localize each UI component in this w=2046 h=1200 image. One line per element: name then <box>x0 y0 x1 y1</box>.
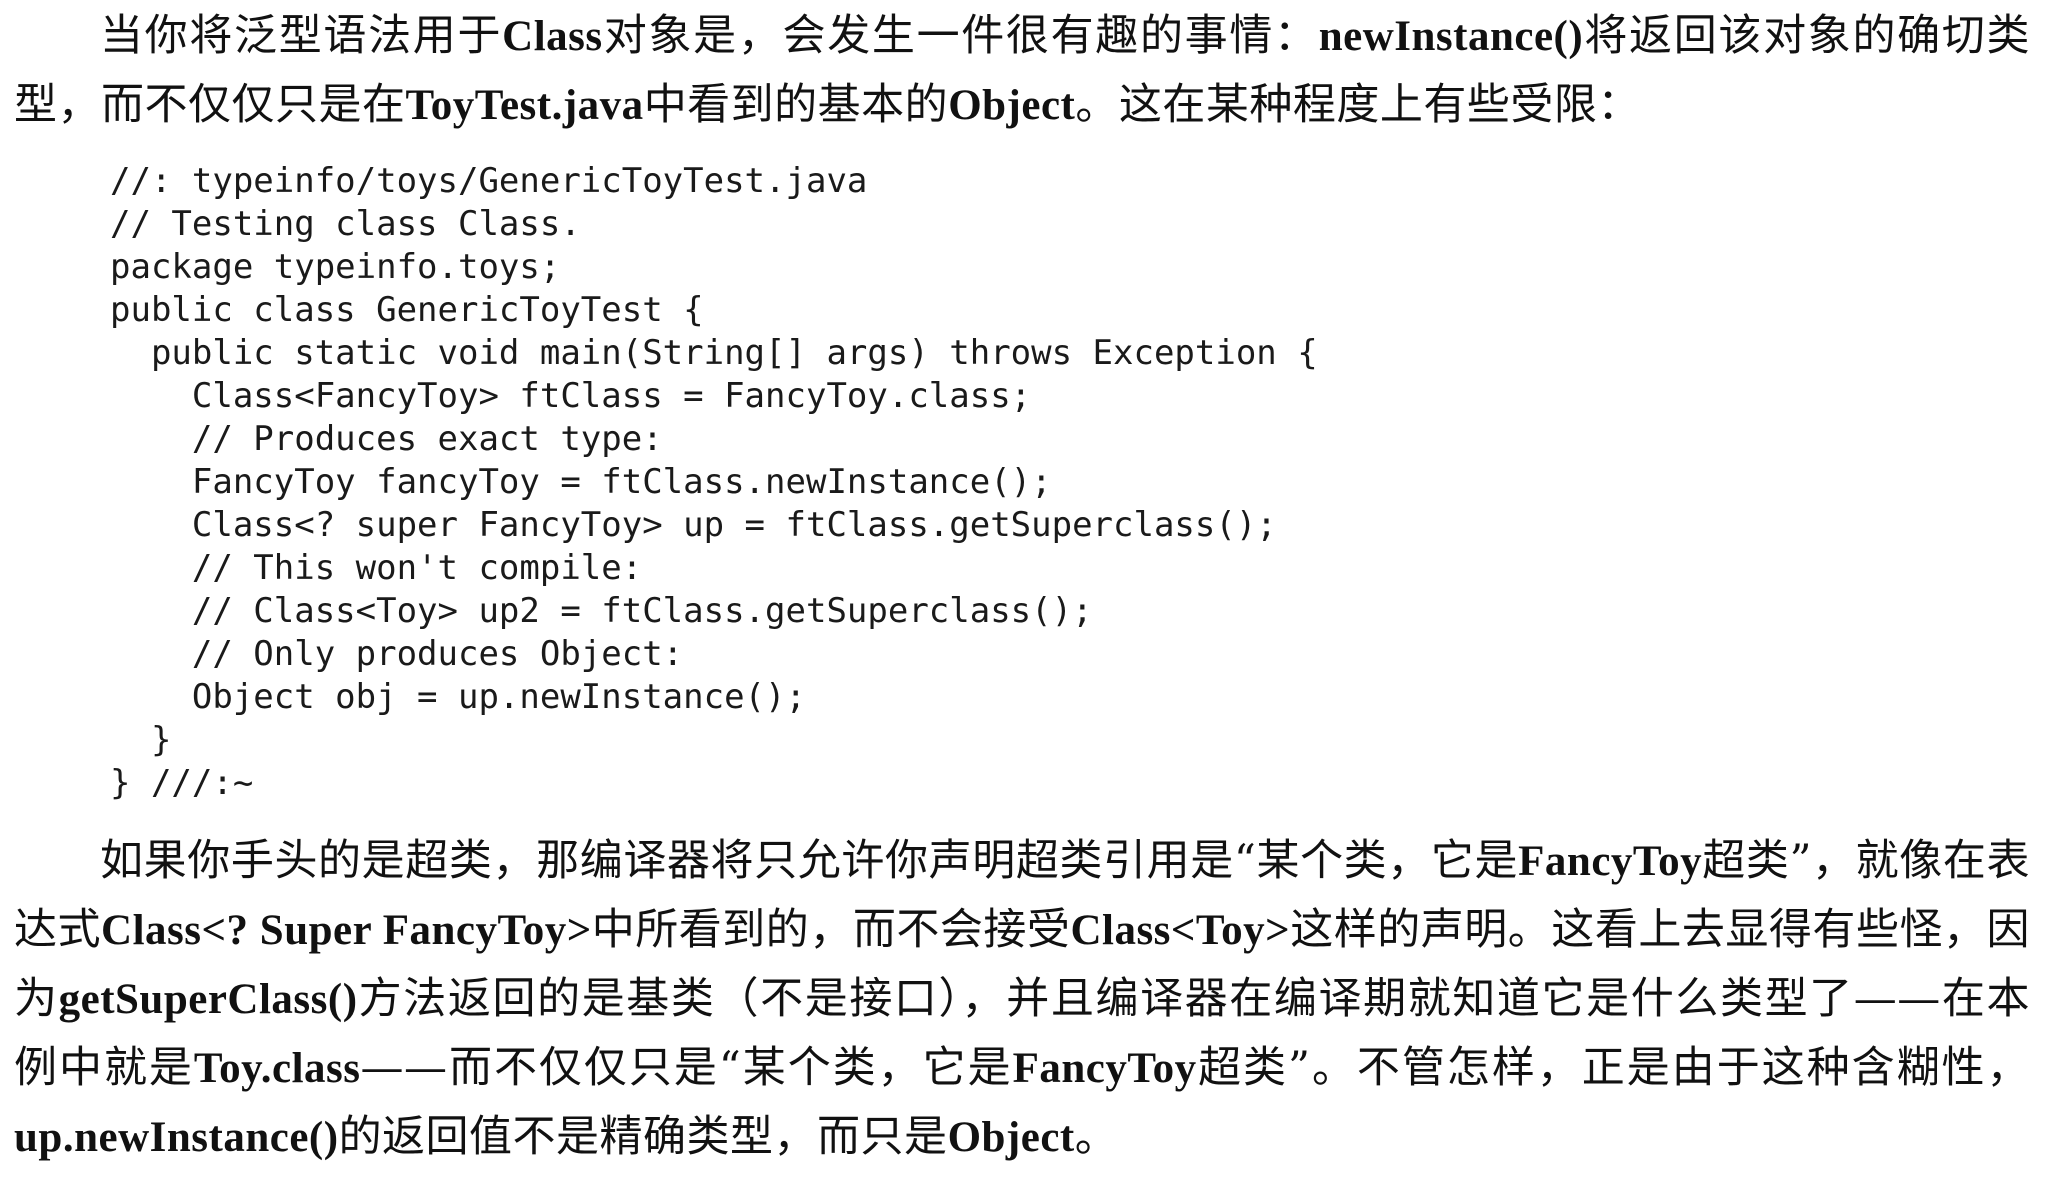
code-line: FancyToy fancyToy = ftClass.newInstance(… <box>110 462 1052 502</box>
keyword-fancytoy: FancyToy <box>1518 838 1703 885</box>
code-line: public static void main(String[] args) t… <box>110 333 1318 373</box>
keyword-class-super-fancytoy: Class<? Super FancyToy> <box>101 907 592 954</box>
code-line: public class GenericToyTest { <box>110 290 704 330</box>
intro-text: 当你将泛型语法用于 <box>100 11 503 61</box>
code-line: } <box>110 720 172 760</box>
document-page: 当你将泛型语法用于Class对象是，会发生一件很有趣的事情：newInstanc… <box>0 0 2046 1200</box>
explanation-text: 中所看到的，而不会接受 <box>591 905 1071 955</box>
intro-text: 。这在某种程度上有些受限： <box>1075 80 1641 130</box>
keyword-getsuperclass: getSuperClass() <box>58 976 358 1023</box>
code-line: Object obj = up.newInstance(); <box>110 677 806 717</box>
code-line: // This won't compile: <box>110 548 643 588</box>
code-line: // Testing class Class. <box>110 204 581 244</box>
code-line: Class<FancyToy> ftClass = FancyToy.class… <box>110 376 1032 416</box>
code-line: //: typeinfo/toys/GenericToyTest.java <box>110 161 868 201</box>
keyword-object: Object <box>947 1114 1075 1161</box>
intro-text: 对象是，会发生一件很有趣的事情： <box>602 11 1319 61</box>
keyword-fancytoy: FancyToy <box>1012 1045 1197 1092</box>
keyword-object: Object <box>948 82 1076 129</box>
code-line: // Only produces Object: <box>110 634 684 674</box>
code-line: Class<? super FancyToy> up = ftClass.get… <box>110 505 1277 545</box>
keyword-up-newinstance: up.newInstance() <box>14 1114 339 1161</box>
explanation-text: ——而不仅仅只是“某个类，它是 <box>360 1043 1013 1093</box>
code-line: // Produces exact type: <box>110 419 663 459</box>
code-line: package typeinfo.toys; <box>110 247 561 287</box>
code-line: } ///:~ <box>110 763 254 803</box>
intro-paragraph: 当你将泛型语法用于Class对象是，会发生一件很有趣的事情：newInstanc… <box>14 2 2030 140</box>
explanation-text: 超类”。不管怎样，正是由于这种含糊性， <box>1196 1043 2031 1093</box>
explanation-paragraph: 如果你手头的是超类，那编译器将只允许你声明超类引用是“某个类，它是FancyTo… <box>14 827 2030 1172</box>
explanation-text: 如果你手头的是超类，那编译器将只允许你声明超类引用是“某个类，它是 <box>100 836 1519 886</box>
code-line: // Class<Toy> up2 = ftClass.getSuperclas… <box>110 591 1093 631</box>
explanation-text: 的返回值不是精确类型，而只是 <box>338 1112 948 1162</box>
explanation-text: 。 <box>1074 1112 1119 1162</box>
intro-text: 中看到的基本的 <box>643 80 949 130</box>
keyword-toy-class: Toy.class <box>193 1045 361 1092</box>
code-listing: //: typeinfo/toys/GenericToyTest.java //… <box>110 160 2030 805</box>
keyword-class-toy: Class<Toy> <box>1070 907 1291 954</box>
keyword-newinstance: newInstance() <box>1318 13 1584 60</box>
keyword-class: Class <box>502 13 603 60</box>
keyword-toytest-java: ToyTest.java <box>405 82 644 129</box>
